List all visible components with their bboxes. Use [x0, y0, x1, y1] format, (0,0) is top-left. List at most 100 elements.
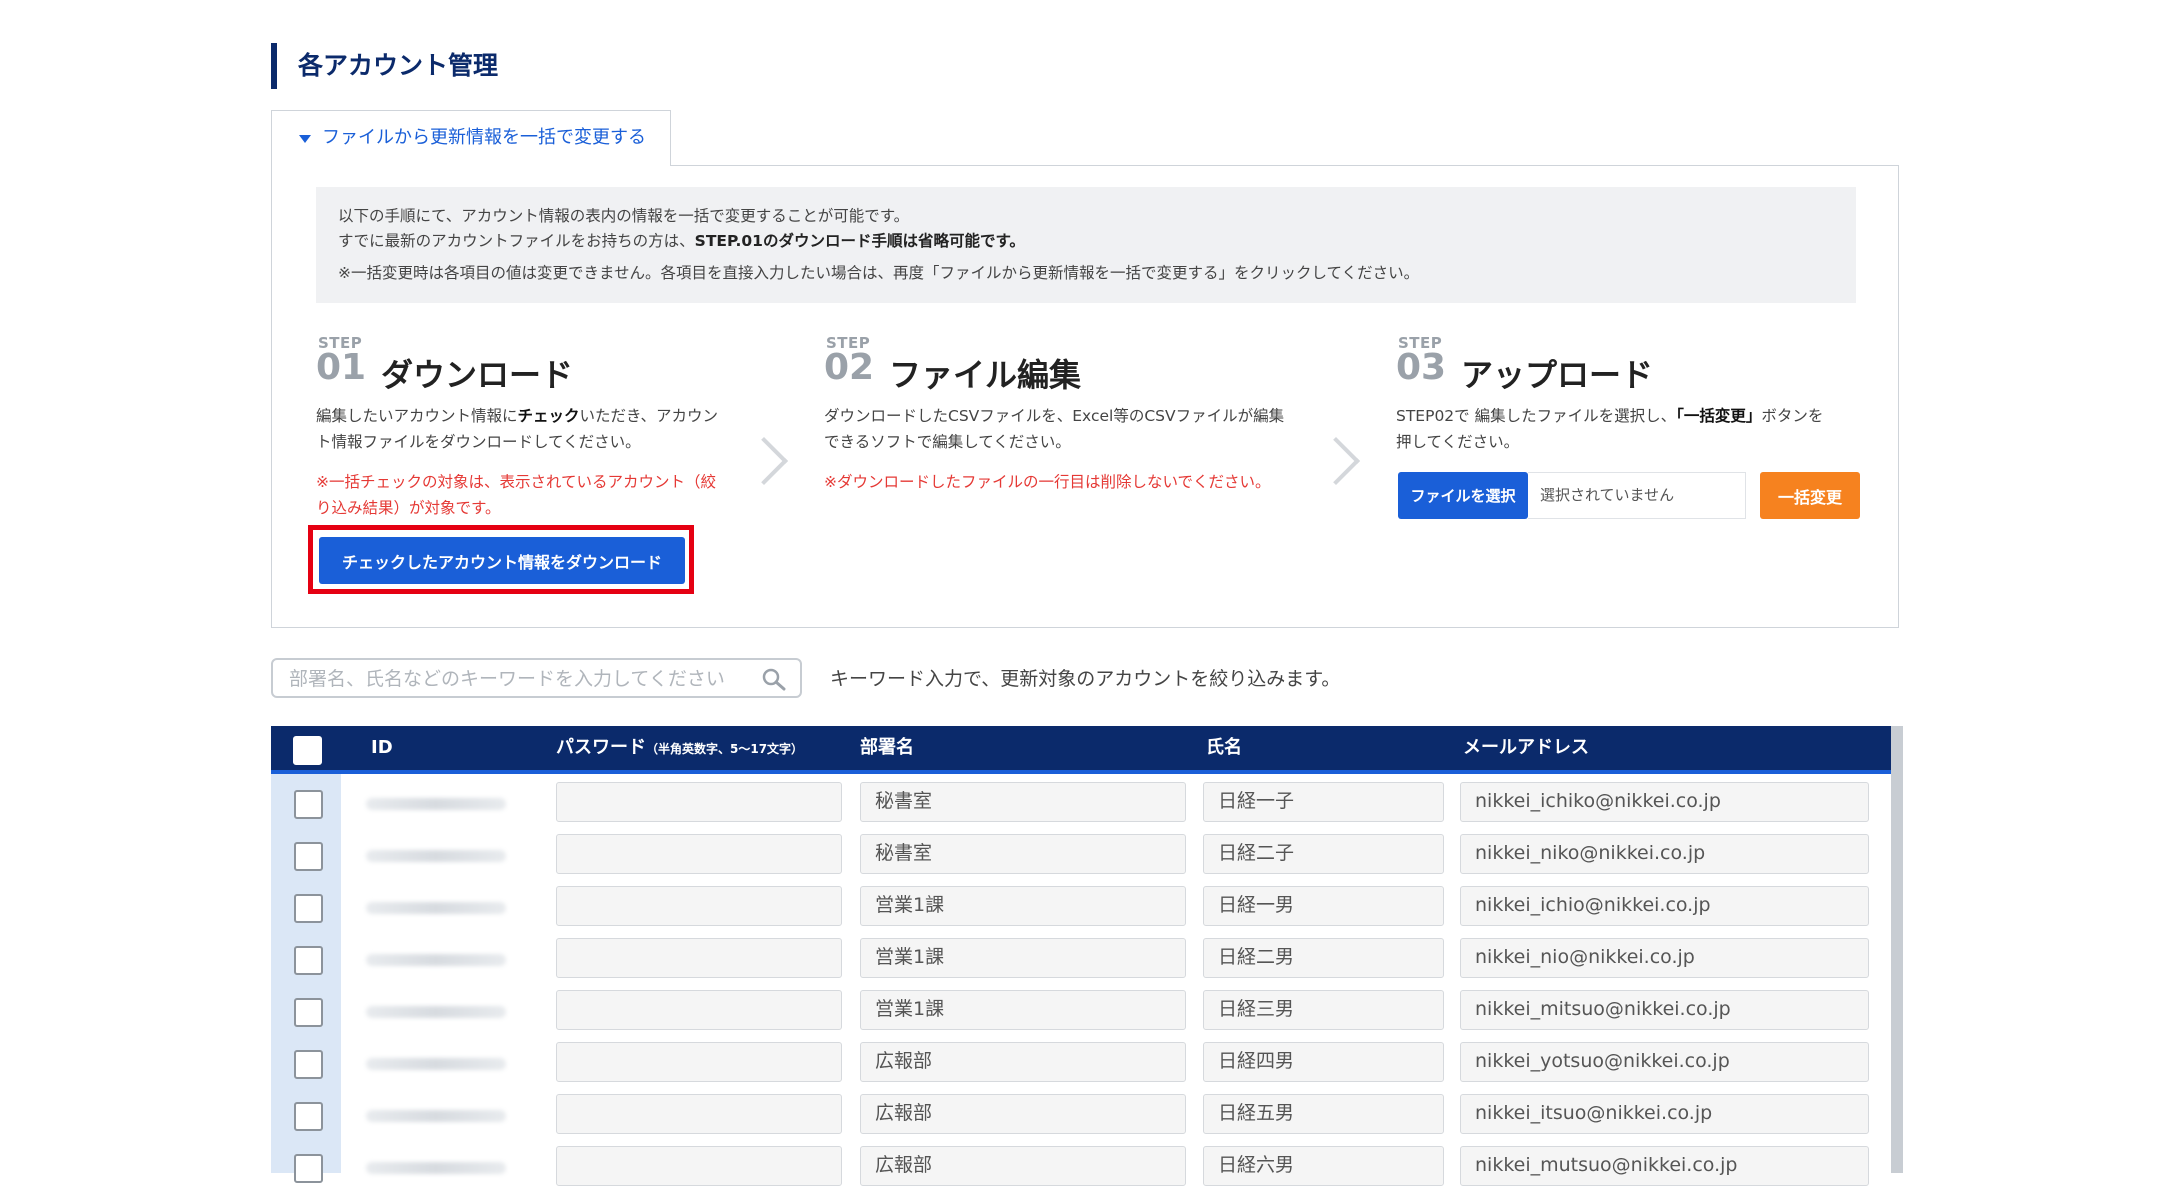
instruction-line-2: すでに最新のアカウントファイルをお持ちの方は、STEP.01のダウンロード手順は… [338, 229, 1025, 251]
step-01-desc-text: 編集したいアカウント情報に [316, 407, 518, 425]
step-01-note: ※一括チェックの対象は、表示されているアカウント（絞 り込み結果）が対象です。 [316, 469, 756, 521]
step-03-description: STEP02で 編集したファイルを選択し、「一括変更」ボタンを 押してください。 [1396, 403, 1876, 455]
dept-field[interactable]: 秘書室 [860, 782, 1186, 822]
step-01-note-line-1: ※一括チェックの対象は、表示されているアカウント（絞 [316, 473, 717, 491]
dept-field[interactable]: 秘書室 [860, 834, 1186, 874]
row-id-redacted [366, 850, 506, 862]
row-checkbox[interactable] [294, 894, 323, 923]
table-header: ID パスワード（半角英数字、5～17文字） 部署名 氏名 メールアドレス [271, 726, 1893, 774]
table-scrollbar[interactable] [1891, 726, 1903, 1173]
table-row: 営業1課 日経一男 nikkei_ichio@nikkei.co.jp [271, 880, 1891, 932]
name-field[interactable]: 日経六男 [1203, 1146, 1444, 1186]
dept-field[interactable]: 広報部 [860, 1094, 1186, 1134]
step-02-number: 02 [824, 347, 875, 388]
row-checkbox[interactable] [294, 790, 323, 819]
tab-bulk-update-from-file[interactable]: ファイルから更新情報を一括で変更する [271, 110, 671, 166]
step-01-note-line-2: り込み結果）が対象です。 [316, 499, 501, 517]
email-field[interactable]: nikkei_ichiko@nikkei.co.jp [1460, 782, 1869, 822]
email-field[interactable]: nikkei_yotsuo@nikkei.co.jp [1460, 1042, 1869, 1082]
step-01-desc-line-2: ト情報ファイルをダウンロードしてください。 [316, 433, 641, 451]
instruction-line-2-bold: STEP.01のダウンロード手順は省略可能です。 [694, 232, 1025, 250]
password-field[interactable] [556, 1094, 842, 1134]
column-header-password: パスワード（半角英数字、5～17文字） [556, 726, 803, 770]
keyword-search-box [271, 658, 802, 698]
step-01-title: ダウンロード [381, 356, 574, 394]
step-03-desc-text: STEP02で 編集したファイルを選択し、 [1396, 407, 1677, 425]
dept-field[interactable]: 広報部 [860, 1042, 1186, 1082]
instruction-line-1: 以下の手順にて、アカウント情報の表内の情報を一括で変更することが可能です。 [338, 207, 910, 225]
column-header-email: メールアドレス [1463, 737, 1589, 758]
step-03-desc-text-2: ボタンを [1761, 407, 1824, 425]
password-field[interactable] [556, 990, 842, 1030]
search-icon[interactable] [760, 666, 788, 692]
password-field[interactable] [556, 1042, 842, 1082]
row-id-redacted [366, 902, 506, 914]
row-checkbox[interactable] [294, 1050, 323, 1079]
row-id-redacted [366, 1162, 506, 1174]
step-02-desc-line-2: できるソフトで編集してください。 [824, 433, 1071, 451]
email-field[interactable]: nikkei_mitsuo@nikkei.co.jp [1460, 990, 1869, 1030]
column-header-password-label: パスワード [556, 737, 646, 758]
row-id-redacted [366, 798, 506, 810]
step-01-description: 編集したいアカウント情報にチェックいただき、アカウン ト情報ファイルをダウンロー… [316, 403, 756, 455]
table-row: 秘書室 日経二子 nikkei_niko@nikkei.co.jp [271, 828, 1891, 880]
choose-file-button[interactable]: ファイルを選択 [1398, 472, 1528, 519]
select-all-checkbox[interactable] [293, 736, 322, 765]
email-field[interactable]: nikkei_itsuo@nikkei.co.jp [1460, 1094, 1869, 1134]
email-field[interactable]: nikkei_mutsuo@nikkei.co.jp [1460, 1146, 1869, 1186]
dept-field[interactable]: 営業1課 [860, 938, 1186, 978]
page-title: 各アカウント管理 [298, 51, 499, 80]
step-02-desc-line-1: ダウンロードしたCSVファイルを、Excel等のCSVファイルが編集 [824, 407, 1285, 425]
step-03-title: アップロード [1461, 356, 1654, 394]
column-header-password-note: （半角英数字、5～17文字） [646, 742, 804, 756]
name-field[interactable]: 日経四男 [1203, 1042, 1444, 1082]
step-02-note: ※ダウンロードしたファイルの一行目は削除しないでください。 [824, 473, 1271, 491]
dept-field[interactable]: 広報部 [860, 1146, 1186, 1186]
password-field[interactable] [556, 782, 842, 822]
password-field[interactable] [556, 1146, 842, 1186]
row-id-redacted [366, 1058, 506, 1070]
name-field[interactable]: 日経一子 [1203, 782, 1444, 822]
table-row: 営業1課 日経二男 nikkei_nio@nikkei.co.jp [271, 932, 1891, 984]
row-id-redacted [366, 1110, 506, 1122]
row-checkbox[interactable] [294, 1154, 323, 1183]
email-field[interactable]: nikkei_nio@nikkei.co.jp [1460, 938, 1869, 978]
triangle-down-icon [299, 135, 311, 143]
keyword-search-input[interactable] [287, 662, 731, 696]
step-03-desc-line-2: 押してください。 [1396, 433, 1520, 451]
table-row: 広報部 日経六男 nikkei_mutsuo@nikkei.co.jp [271, 1140, 1891, 1192]
name-field[interactable]: 日経二子 [1203, 834, 1444, 874]
step-02-description: ダウンロードしたCSVファイルを、Excel等のCSVファイルが編集 できるソフ… [824, 403, 1324, 455]
selected-file-status: 選択されていません [1528, 472, 1746, 519]
row-checkbox[interactable] [294, 842, 323, 871]
email-field[interactable]: nikkei_ichio@nikkei.co.jp [1460, 886, 1869, 926]
name-field[interactable]: 日経五男 [1203, 1094, 1444, 1134]
row-id-redacted [366, 954, 506, 966]
row-id-redacted [366, 1006, 506, 1018]
download-checked-accounts-button[interactable]: チェックしたアカウント情報をダウンロード [319, 537, 685, 584]
name-field[interactable]: 日経三男 [1203, 990, 1444, 1030]
dept-field[interactable]: 営業1課 [860, 886, 1186, 926]
row-checkbox[interactable] [294, 1102, 323, 1131]
tab-label: ファイルから更新情報を一括で変更する [322, 127, 646, 148]
column-header-name: 氏名 [1206, 737, 1242, 758]
column-header-id: ID [371, 737, 393, 758]
row-checkbox[interactable] [294, 946, 323, 975]
row-checkbox[interactable] [294, 998, 323, 1027]
dept-field[interactable]: 営業1課 [860, 990, 1186, 1030]
instruction-line-2-text: すでに最新のアカウントファイルをお持ちの方は、 [338, 232, 695, 250]
step-01-desc-line-1: 編集したいアカウント情報にチェックいただき、アカウン [316, 403, 756, 429]
password-field[interactable] [556, 938, 842, 978]
email-field[interactable]: nikkei_niko@nikkei.co.jp [1460, 834, 1869, 874]
table-row: 秘書室 日経一子 nikkei_ichiko@nikkei.co.jp [271, 776, 1891, 828]
name-field[interactable]: 日経一男 [1203, 886, 1444, 926]
password-field[interactable] [556, 886, 842, 926]
password-field[interactable] [556, 834, 842, 874]
column-header-dept: 部署名 [860, 737, 914, 758]
table-row: 広報部 日経五男 nikkei_itsuo@nikkei.co.jp [271, 1088, 1891, 1140]
name-field[interactable]: 日経二男 [1203, 938, 1444, 978]
step-01-number: 01 [316, 347, 367, 388]
search-hint: キーワード入力で、更新対象のアカウントを絞り込みます。 [830, 668, 1341, 690]
bulk-update-button[interactable]: 一括変更 [1760, 472, 1860, 519]
step-03-number: 03 [1396, 347, 1447, 388]
